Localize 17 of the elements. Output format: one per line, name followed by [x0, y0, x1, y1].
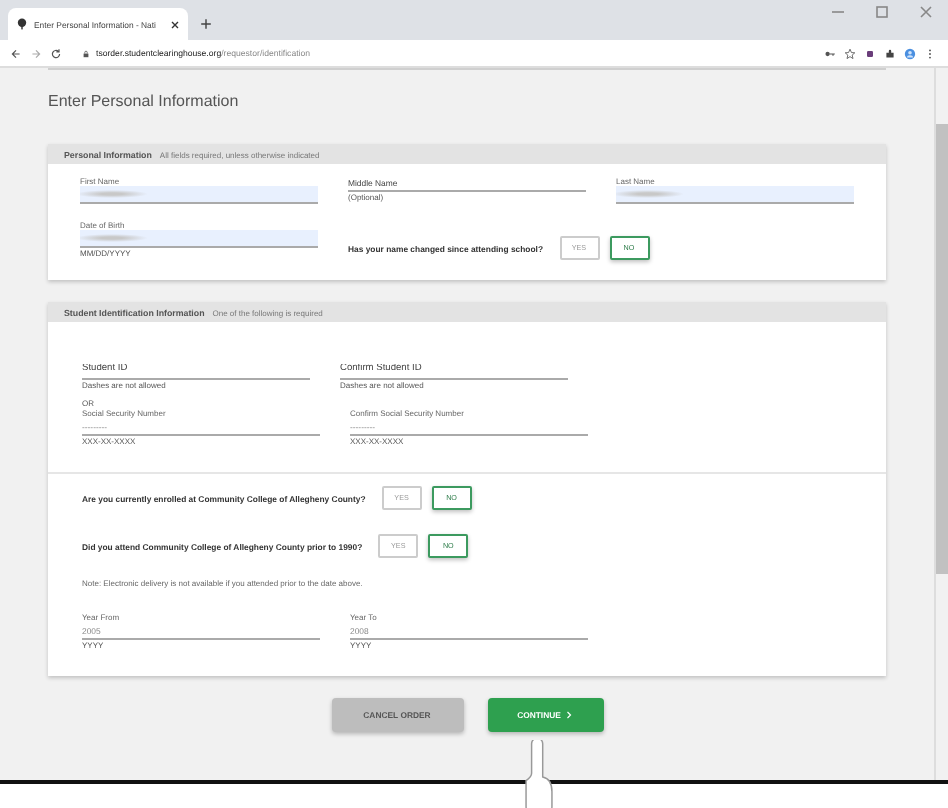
- new-tab-icon[interactable]: [200, 18, 212, 30]
- back-icon[interactable]: [10, 47, 22, 59]
- avatar-icon[interactable]: [904, 47, 916, 59]
- input-field[interactable]: [80, 186, 318, 204]
- reload-icon[interactable]: [50, 47, 62, 59]
- chevron-right-icon: [566, 710, 573, 720]
- close-icon[interactable]: [170, 19, 180, 29]
- page-title: Enter Personal Information: [48, 92, 241, 112]
- key-icon[interactable]: [824, 47, 836, 59]
- scrollbar[interactable]: [934, 68, 948, 780]
- lock-icon: [82, 49, 90, 57]
- extension-icon[interactable]: [864, 47, 876, 59]
- input-field[interactable]: [80, 230, 318, 248]
- input-field[interactable]: [616, 186, 854, 204]
- star-icon[interactable]: [844, 47, 856, 59]
- maximize-icon[interactable]: [872, 2, 892, 22]
- tree-icon: [16, 18, 28, 30]
